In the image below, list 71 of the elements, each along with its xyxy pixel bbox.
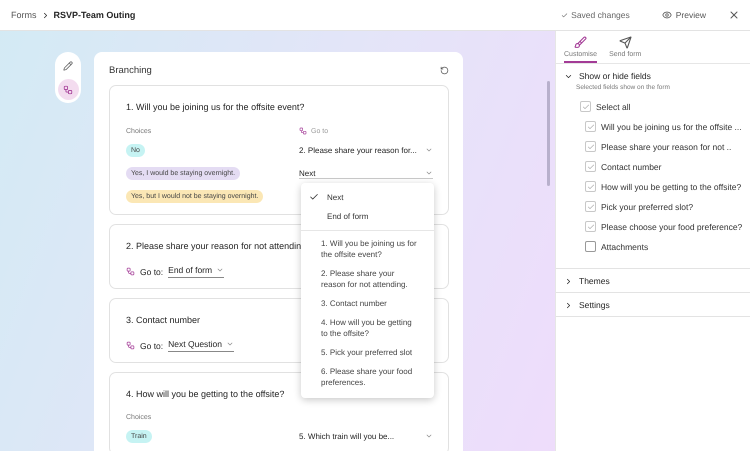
tool-button[interactable] [58,79,78,100]
check-icon [586,182,594,190]
checkbox-label: Please share your reason for not .. [601,142,732,152]
checkbox[interactable] [580,101,591,112]
check-icon [561,12,568,18]
go-to-dropdown[interactable]: End of form [168,265,224,278]
close-button[interactable] [728,9,740,21]
chevron-right-icon [564,300,573,310]
chevron-right-icon [564,276,573,286]
menu-item[interactable]: Next [301,187,434,207]
menu-item[interactable]: 1. Will you be joining us for the offsite event? [301,234,434,264]
menu-item[interactable]: End of form [301,207,434,226]
checkbox-label: Please choose your food preference? [601,222,742,232]
branch-icon [63,84,73,94]
menu-item[interactable]: 2. Please share your reason for not attending. [301,264,434,294]
chevron-down-icon [425,432,433,440]
go-to-dropdown[interactable]: Next [299,168,433,178]
question-title: 3. Contact number [126,315,200,325]
checkbox-label: Select all [596,102,630,112]
section-header[interactable]: Show or hide fields [564,71,651,81]
check-icon [586,222,594,230]
check-icon [586,162,594,170]
go-to-label: Go to: [140,266,164,276]
scrollbar[interactable] [547,81,550,186]
checkbox[interactable] [585,181,596,192]
branch-icon [126,341,135,350]
go-to-dropdown[interactable]: Next Question [168,339,234,352]
save-status: Saved changes [561,10,630,20]
checkbox[interactable] [585,141,596,152]
preview-button[interactable]: Preview [662,10,706,20]
checkbox[interactable] [585,121,596,132]
checkbox[interactable] [585,241,596,252]
checkbox-label: Contact number [601,162,662,172]
check-icon [586,122,594,130]
checkbox-label: How will you be getting to the offsite? [601,182,742,192]
question-title: 2. Please share your reason for not attendin [126,241,302,251]
menu-item[interactable]: 5. Pick your preferred slot [301,343,434,362]
breadcrumb-link[interactable]: Forms [11,10,36,20]
pencil-icon [63,60,73,70]
menu-item[interactable]: 6. Please share your food preferences. [301,362,434,392]
checkbox[interactable] [585,161,596,172]
checkbox-label: Will you be joining us for the offsite ... [601,122,742,132]
circular-arrow-button[interactable] [440,66,449,75]
chevron-down-icon [425,169,433,177]
menu-item[interactable]: 3. Contact number [301,294,434,313]
branch-icon [299,127,307,135]
go-to-dropdown[interactable]: 5. Which train will you be... [299,432,433,440]
question-title: 4. How will you be getting to the offsite? [126,389,284,399]
chevron-down-icon [216,266,224,274]
checkbox[interactable] [585,201,596,212]
section-header[interactable]: Settings [564,300,610,310]
checkbox-label: Pick your preferred slot? [601,202,694,212]
eye-icon [662,10,672,20]
check-icon [586,202,594,210]
check-icon [309,192,319,202]
brush-icon [574,36,588,49]
check-icon [586,142,594,150]
section-header[interactable]: Themes [564,276,610,286]
go-to-label: Go to: [140,340,164,350]
go-to-dropdown[interactable]: 2. Please share your reason for... [299,146,433,154]
panel-title: Branching [109,65,152,76]
question-title: 1. Will you be joining us for the offsite event? [126,102,304,112]
checkbox[interactable] [585,221,596,232]
chevron-down-icon [425,146,433,154]
checkbox-label: Attachments [601,242,648,252]
form-title: RSVP-Team Outing [54,10,136,20]
check-icon [582,102,590,110]
chevron-down-icon [226,340,234,348]
paper-plane-icon [618,36,632,49]
menu-item[interactable]: 4. How will you be getting to the offsite? [301,313,434,343]
branch-icon [126,267,135,276]
